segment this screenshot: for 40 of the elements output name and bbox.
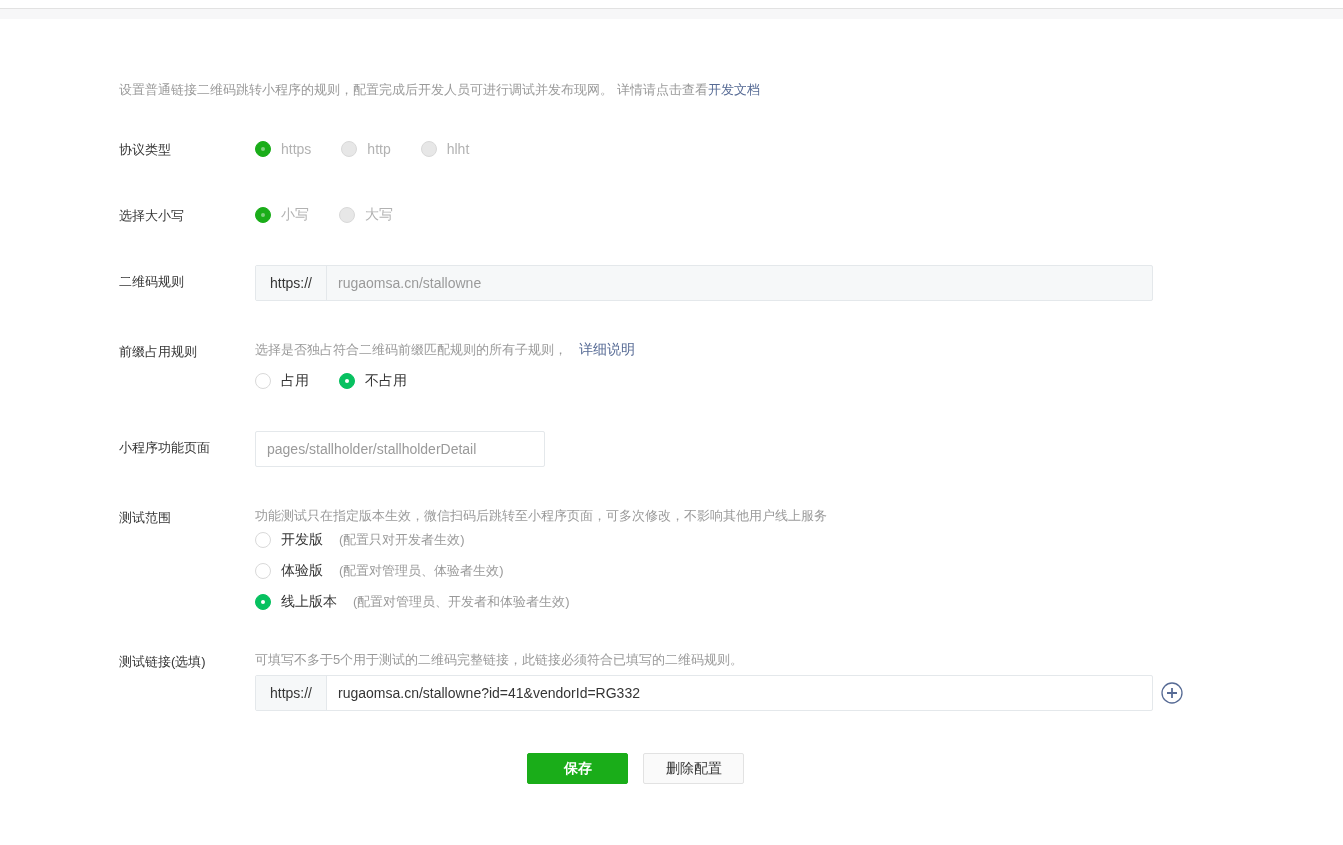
- field-hint: 功能测试只在指定版本生效，微信扫码后跳转至小程序页面，可多次修改，不影响其他用户线上服务: [255, 507, 828, 525]
- option-label: 不占用: [365, 372, 407, 390]
- field-label: 二维码规则: [119, 273, 185, 291]
- url-prefix: https://: [256, 676, 327, 710]
- radio-option[interactable]: 占用: [255, 372, 309, 390]
- option-note: (配置只对开发者生效): [339, 531, 465, 549]
- radio-option[interactable]: 体验版 (配置对管理员、体验者生效): [255, 562, 1343, 580]
- field-label: 小程序功能页面: [119, 439, 211, 457]
- radio-option[interactable]: 开发版 (配置只对开发者生效): [255, 531, 1343, 549]
- url-prefix: https://: [256, 266, 327, 300]
- option-note: (配置对管理员、体验者生效): [339, 562, 504, 580]
- docs-link[interactable]: 开发文档: [707, 82, 760, 97]
- option-label: hlht: [446, 141, 470, 157]
- option-label: https: [281, 141, 312, 157]
- field-label: 协议类型: [119, 141, 172, 159]
- option-label: 大写: [365, 206, 393, 224]
- option-label: http: [367, 141, 391, 157]
- field-label: 测试链接(选填): [119, 653, 207, 671]
- option-label: 线上版本: [281, 593, 337, 611]
- option-label: 占用: [281, 372, 309, 390]
- option-label: 体验版: [281, 562, 323, 580]
- field-label: 选择大小写: [119, 207, 185, 225]
- url-field[interactable]: https:// rugaomsa.cn/stallowne?id=41&vendorId=RG332: [255, 675, 1153, 711]
- option-note: (配置对管理员、开发者和体验者生效): [353, 593, 570, 611]
- add-icon[interactable]: [1161, 682, 1183, 704]
- radio-button[interactable]: [339, 373, 355, 389]
- intro-text: 设置普通链接二维码跳转小程序的规则，配置完成后开发人员可进行调试并发布现网。 详情请点击查看开发文档: [119, 81, 761, 99]
- delete-button[interactable]: 删除配置: [643, 753, 744, 784]
- radio-button[interactable]: [255, 594, 271, 610]
- field-label: 前缀占用规则: [119, 343, 198, 361]
- url-input[interactable]: rugaomsa.cn/stallowne?id=41&vendorId=RG332: [327, 676, 1152, 710]
- field-hint: 可填写不多于5个用于测试的二维码完整链接，此链接必须符合已填写的二维码规则。: [255, 651, 745, 669]
- detail-link[interactable]: 详细说明: [579, 341, 635, 359]
- field-label: 测试范围: [119, 509, 172, 527]
- option-label: 开发版: [281, 531, 323, 549]
- option-label: 小写: [281, 206, 309, 224]
- radio-option[interactable]: 不占用: [339, 372, 407, 390]
- page-path-input[interactable]: pages/stallholder/stallholderDetail: [256, 432, 544, 466]
- field-hint: 选择是否独占符合二维码前缀匹配规则的所有子规则，: [255, 341, 567, 359]
- radio-option[interactable]: 线上版本 (配置对管理员、开发者和体验者生效): [255, 593, 1343, 611]
